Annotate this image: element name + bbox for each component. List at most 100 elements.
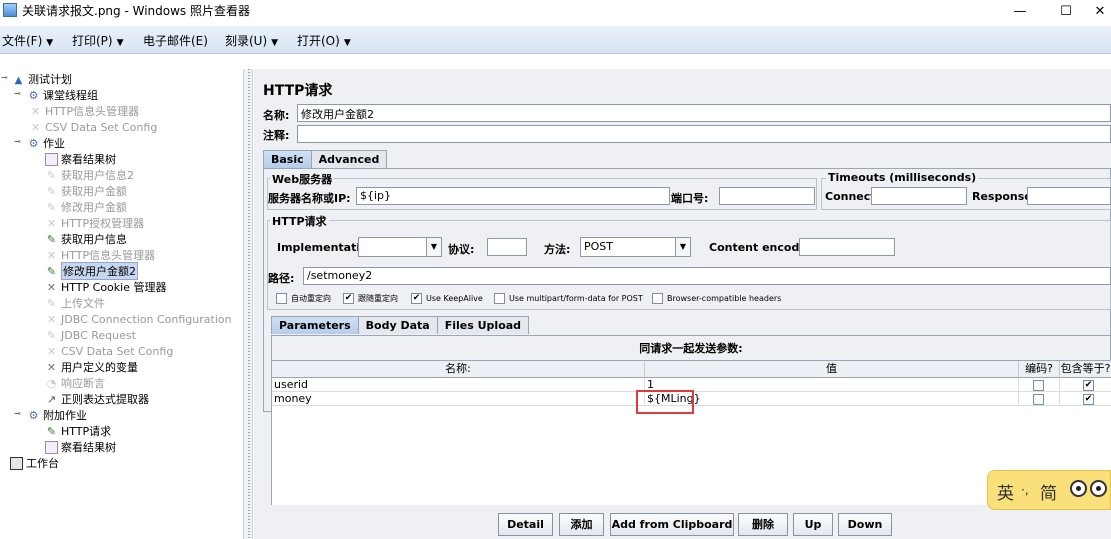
tree-item[interactable]: 获取用户信息 (45, 231, 127, 247)
tree-item[interactable]: HTTP Cookie 管理器 (45, 279, 166, 295)
ime-toolbar[interactable]: 英 ·, 简 (987, 470, 1111, 510)
method-select[interactable]: POST ▼ (580, 237, 691, 257)
multipart-checkbox[interactable]: Use multipart/form-data for POST (494, 293, 643, 304)
close-button[interactable]: ✕ (1089, 0, 1111, 22)
tab-basic[interactable]: Basic (263, 150, 312, 168)
name-label: 名称: (263, 109, 290, 122)
tree-toggle-icon[interactable]: ⊸ (14, 137, 21, 146)
tree-item-extra-homework[interactable]: 附加作业 (27, 407, 87, 423)
path-field[interactable]: /setmoney2 (303, 267, 1111, 285)
tree-item[interactable]: 察看结果树 (45, 151, 116, 167)
tree-toggle-icon[interactable]: ⊸ (1, 73, 8, 82)
include-equals-checkbox[interactable]: ✔ (1083, 394, 1094, 405)
test-plan-icon (12, 73, 25, 86)
menu-burn[interactable]: 刻录(U) ▼ (225, 32, 278, 49)
table-cell-name[interactable]: userid (272, 378, 645, 392)
wrench-icon (45, 313, 58, 326)
port-field[interactable] (719, 187, 815, 205)
tree-toggle-icon[interactable]: ⊸ (14, 409, 21, 418)
auto-redirect-checkbox[interactable]: 自动重定向 (276, 293, 331, 304)
tree-item-test-plan[interactable]: 测试计划 (12, 71, 72, 87)
tree-item-workbench[interactable]: 工作台 (10, 455, 59, 471)
tree-item[interactable]: 察看结果树 (45, 439, 116, 455)
tree-item[interactable]: 获取用户信息2 (45, 167, 134, 183)
table-cell-value[interactable]: ${MLing} (645, 392, 1019, 406)
delete-button[interactable]: 删除 (738, 513, 788, 536)
table-cell-value[interactable]: 1 (645, 378, 1019, 392)
tree-item-thread-group[interactable]: 课堂线程组 (27, 87, 98, 103)
server-field[interactable]: ${ip} (356, 187, 670, 205)
add-from-clipboard-button[interactable]: Add from Clipboard (610, 513, 734, 536)
ime-punctuation[interactable]: ·, (1021, 483, 1029, 497)
up-button[interactable]: Up (793, 513, 833, 536)
encode-checkbox[interactable] (1033, 380, 1044, 391)
maximize-button[interactable]: ☐ (1043, 0, 1089, 22)
protocol-field[interactable] (487, 238, 527, 256)
title-bar: 关联请求报文.png - Windows 照片查看器 — ☐ ✕ (0, 0, 1111, 22)
encode-checkbox[interactable] (1033, 394, 1044, 405)
tree-item-selected[interactable]: 修改用户金额2 (45, 262, 138, 280)
tree-item[interactable]: CSV Data Set Config (29, 119, 157, 135)
tree-item[interactable]: 响应断言 (45, 375, 105, 391)
splitter[interactable] (243, 69, 253, 539)
sampler-icon (45, 201, 58, 214)
tab-body-data[interactable]: Body Data (357, 316, 438, 334)
tab-advanced[interactable]: Advanced (310, 150, 388, 168)
server-label: 服务器名称或IP: (268, 192, 351, 205)
thread-group-icon (27, 409, 40, 422)
sampler-icon (45, 185, 58, 198)
keepalive-checkbox[interactable]: ✔ Use KeepAlive (411, 293, 483, 304)
browser-compatible-checkbox[interactable]: Browser-compatible headers (652, 293, 781, 304)
column-header-name[interactable]: 名称: (272, 361, 645, 378)
comment-label: 注释: (263, 129, 290, 142)
name-field[interactable]: 修改用户金额2 (297, 104, 1111, 122)
add-button[interactable]: 添加 (559, 513, 604, 536)
ime-language[interactable]: 英 (997, 479, 1014, 504)
minimize-button[interactable]: — (997, 0, 1043, 22)
tree-item[interactable]: HTTP信息头管理器 (29, 103, 139, 119)
tree-item[interactable]: 正则表达式提取器 (45, 391, 149, 407)
menu-bar: 文件(F) ▼ 打印(P) ▼ 电子邮件(E) 刻录(U) ▼ 打开(O) ▼ (0, 26, 1111, 54)
tree-item[interactable]: 上传文件 (45, 295, 105, 311)
tree-item[interactable]: JDBC Request (45, 327, 136, 343)
implementation-select[interactable]: ▼ (358, 237, 442, 257)
follow-redirect-checkbox[interactable]: ✔ 跟随重定向 (343, 293, 398, 304)
tree-item[interactable]: CSV Data Set Config (45, 343, 173, 359)
include-equals-checkbox[interactable]: ✔ (1083, 380, 1094, 391)
tree-toggle-icon[interactable]: ⊸ (14, 89, 21, 98)
encoding-field[interactable] (799, 238, 895, 256)
comment-field[interactable] (297, 125, 1111, 143)
response-field[interactable] (1027, 187, 1111, 205)
detail-button[interactable]: Detail (498, 513, 553, 536)
column-header-encode[interactable]: 编码? (1019, 361, 1060, 378)
tree-item[interactable]: JDBC Connection Configuration (45, 311, 232, 327)
highlight-annotation (636, 390, 694, 414)
workbench-icon (10, 456, 23, 470)
table-cell-name[interactable]: money (272, 392, 645, 406)
tree-item[interactable]: 用户定义的变量 (45, 359, 138, 375)
menu-file[interactable]: 文件(F) ▼ (2, 32, 53, 49)
tree-item[interactable]: 修改用户金额 (45, 199, 127, 215)
tree-item[interactable]: HTTP请求 (45, 423, 111, 439)
tree-item[interactable]: HTTP信息头管理器 (45, 247, 155, 263)
tab-parameters[interactable]: Parameters (271, 316, 359, 334)
menu-email[interactable]: 电子邮件(E) (143, 32, 208, 49)
path-label: 路径: (268, 272, 295, 285)
splitter-grip (248, 69, 250, 539)
ime-mode[interactable]: 简 (1040, 479, 1057, 504)
column-header-value[interactable]: 值 (645, 361, 1019, 378)
tree-item-homework[interactable]: 作业 (27, 135, 65, 151)
wrench-icon (45, 361, 58, 374)
menu-open[interactable]: 打开(O) ▼ (297, 32, 351, 49)
listener-icon (45, 152, 58, 166)
wrench-icon (45, 249, 58, 262)
down-button[interactable]: Down (838, 513, 892, 536)
menu-print[interactable]: 打印(P) ▼ (72, 32, 124, 49)
connect-field[interactable] (871, 187, 967, 205)
tab-files-upload[interactable]: Files Upload (436, 316, 530, 334)
column-header-include-equals[interactable]: 包含等于? (1060, 361, 1111, 378)
chevron-down-icon: ▼ (271, 38, 279, 48)
ime-mascot-eye-icon (1070, 480, 1087, 497)
tree-item[interactable]: HTTP授权管理器 (45, 215, 144, 231)
tree-item[interactable]: 获取用户金额 (45, 183, 127, 199)
